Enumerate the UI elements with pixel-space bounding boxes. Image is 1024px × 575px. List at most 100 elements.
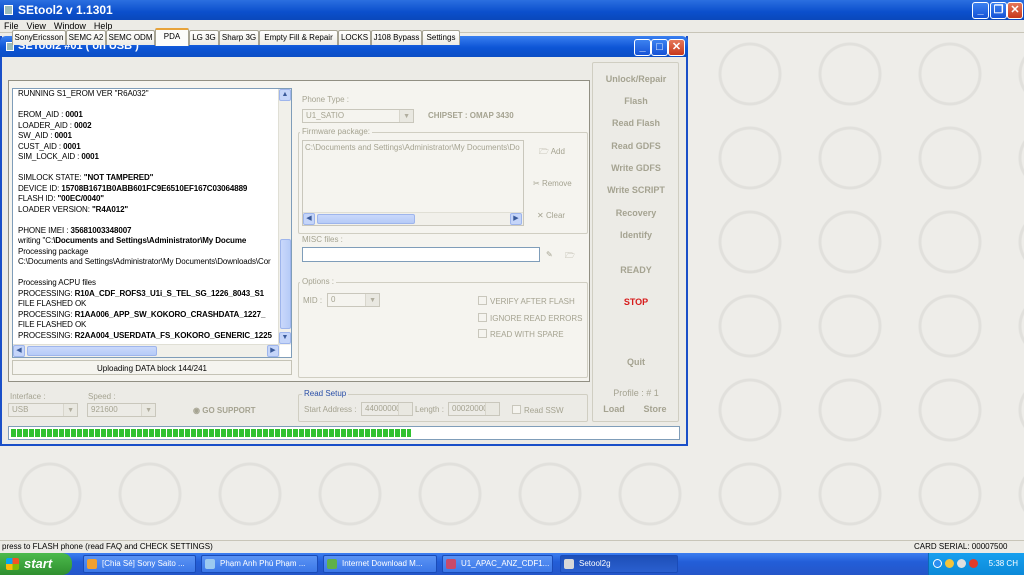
tab-sharp-3g[interactable]: Sharp 3G xyxy=(219,30,259,45)
phone-type-select[interactable]: U1_SATIO ▼ xyxy=(302,109,414,123)
flash-button[interactable]: Flash xyxy=(596,96,676,106)
tab-lg-3g[interactable]: LG 3G xyxy=(189,30,219,45)
fw-scroll-left-icon[interactable]: ◀ xyxy=(303,213,315,225)
stop-button[interactable]: STOP xyxy=(596,297,676,307)
open-folder-icon[interactable]: 🗁 xyxy=(565,250,575,264)
scroll-up-icon[interactable]: ▲ xyxy=(279,89,291,101)
mid-chevron-icon: ▼ xyxy=(369,297,376,304)
folder-icon: 🗁 xyxy=(539,147,549,156)
scroll-thumb[interactable] xyxy=(280,239,291,329)
firmware-hscroll[interactable]: ◀ ▶ xyxy=(303,212,523,225)
taskbar-item-u1-apac[interactable]: U1_APAC_ANZ_CDF1... xyxy=(442,555,553,573)
mid-select[interactable]: 0 ▼ xyxy=(327,293,380,307)
start-address-label: Start Address : xyxy=(302,405,359,414)
taskbar-item-idm[interactable]: Internet Download M... xyxy=(323,555,437,573)
start-address-input[interactable]: 44000000 xyxy=(361,402,413,416)
write-script-button[interactable]: Write SCRIPT xyxy=(596,185,676,195)
scroll-left-icon[interactable]: ◀ xyxy=(13,345,25,357)
taskbar: start [Chia Sẻ] Sony Saito ... Phạm Anh … xyxy=(0,553,1024,575)
minimize-icon[interactable]: _ xyxy=(972,2,989,19)
taskbar-item-chia-se[interactable]: [Chia Sẻ] Sony Saito ... xyxy=(83,555,196,573)
mid-value: 0 xyxy=(331,295,336,304)
add-button[interactable]: 🗁 Add xyxy=(539,146,565,160)
length-input[interactable]: 00020000 xyxy=(448,402,500,416)
log-line: DEVICE ID: 15708B1671B0ABB601FC9E6510EF1… xyxy=(18,183,248,193)
recovery-button[interactable]: Recovery xyxy=(596,208,676,218)
clock: 5:38 CH xyxy=(988,559,1018,568)
app-title-bar: SEtool2 v 1.1301 _ ❐ ✕ xyxy=(0,0,1024,20)
status-hint: press to FLASH phone (read FAQ and CHECK… xyxy=(2,542,213,551)
log-line: SIMLOCK STATE: "NOT TAMPERED" xyxy=(18,173,154,182)
add-label: Add xyxy=(550,147,565,156)
firmware-list[interactable]: C:\Documents and Settings\Administrator\… xyxy=(302,140,524,226)
log-vertical-scrollbar[interactable]: ▲ ▼ xyxy=(278,89,291,345)
log-line: writing "C:\Documents and Settings\Admin… xyxy=(18,236,247,245)
length-value: 00020000 xyxy=(452,404,488,413)
verify-after-flash-checkbox[interactable]: VERIFY AFTER FLASH xyxy=(478,296,575,306)
hscroll-thumb[interactable] xyxy=(27,346,157,356)
interface-label: Interface : xyxy=(8,392,48,401)
scroll-down-icon[interactable]: ▼ xyxy=(279,332,291,344)
log-line: EROM_AID : 0001 xyxy=(18,110,83,119)
child-maximize-icon[interactable]: □ xyxy=(651,39,668,56)
mid-label: MID : xyxy=(301,296,325,305)
tab-semc-odm[interactable]: SEMC ODM xyxy=(106,30,155,45)
tab-locks[interactable]: LOCKS xyxy=(338,30,371,45)
log-line: FLASH ID: "00EC/0040" xyxy=(18,194,104,203)
speed-value: 921600 xyxy=(91,405,118,414)
go-support-button[interactable]: ◉ GO SUPPORT xyxy=(193,406,256,415)
firmware-path: C:\Documents and Settings\Administrator\… xyxy=(305,143,520,152)
clear-button[interactable]: ✕ Clear xyxy=(537,211,565,220)
fw-hscroll-thumb[interactable] xyxy=(317,214,415,224)
messenger-icon[interactable] xyxy=(945,559,954,568)
misc-input[interactable] xyxy=(302,247,540,262)
store-button[interactable]: Store xyxy=(615,404,695,414)
ignore-read-errors-checkbox[interactable]: IGNORE READ ERRORS xyxy=(478,313,582,323)
tab-sonyericsson[interactable]: SonyEricsson xyxy=(12,30,66,45)
close-icon[interactable]: ✕ xyxy=(1007,2,1023,19)
card-serial: CARD SERIAL: 00007500 xyxy=(914,542,1008,551)
tab-j108-bypass[interactable]: J108 Bypass xyxy=(371,30,422,45)
tab-settings[interactable]: Settings xyxy=(422,30,460,45)
child-close-icon[interactable]: ✕ xyxy=(668,39,685,56)
unlock-repair-button[interactable]: Unlock/Repair xyxy=(596,74,676,84)
task-label-2: Internet Download M... xyxy=(342,559,423,568)
tab-semc-a2[interactable]: SEMC A2 xyxy=(66,30,106,45)
fw-scroll-right-icon[interactable]: ▶ xyxy=(510,213,522,225)
interface-select[interactable]: USB ▼ xyxy=(8,403,78,417)
length-label: Length : xyxy=(413,405,446,414)
tab-empty-fill-repair[interactable]: Empty Fill & Repair xyxy=(259,30,338,45)
read-flash-button[interactable]: Read Flash xyxy=(596,118,676,128)
identify-button[interactable]: Identify xyxy=(596,230,676,240)
write-gdfs-button[interactable]: Write GDFS xyxy=(596,163,676,173)
quit-button[interactable]: Quit xyxy=(596,357,676,367)
taskbar-item-setool2g[interactable]: Setool2g xyxy=(560,555,678,573)
read-ssw-checkbox[interactable]: Read SSW xyxy=(512,405,564,415)
log-horizontal-scrollbar[interactable]: ◀ ▶ xyxy=(13,344,280,357)
maximize-icon[interactable]: ❐ xyxy=(990,2,1007,19)
network-icon[interactable] xyxy=(933,559,942,568)
remove-label: Remove xyxy=(541,179,572,188)
volume-icon[interactable] xyxy=(957,559,966,568)
misc-label: MISC files : xyxy=(300,235,345,244)
phone-type-label: Phone Type : xyxy=(300,95,351,104)
windows-logo-icon xyxy=(6,558,19,570)
firmware-label: Firmware package: xyxy=(300,127,373,136)
log-output[interactable]: RUNNING S1_EROM VER "R6A032" EROM_AID : … xyxy=(12,88,292,358)
log-line: LOADER_AID : 0002 xyxy=(18,120,92,130)
child-minimize-icon[interactable]: _ xyxy=(634,39,651,56)
read-gdfs-button[interactable]: Read GDFS xyxy=(596,141,676,151)
start-button[interactable]: start xyxy=(0,553,72,575)
start-address-value: 44000000 xyxy=(365,404,401,413)
clear-label: Clear xyxy=(545,211,566,220)
edit-icon[interactable]: ✎ xyxy=(546,250,553,259)
scroll-right-icon[interactable]: ▶ xyxy=(267,345,279,357)
tab-pda[interactable]: PDA xyxy=(155,28,189,46)
setool-icon xyxy=(564,559,574,569)
speed-select[interactable]: 921600 ▼ xyxy=(87,403,156,417)
taskbar-item-pham-anh[interactable]: Phạm Anh Phú Phạm ... xyxy=(201,555,318,573)
ignore-label: IGNORE READ ERRORS xyxy=(490,314,583,323)
remove-button[interactable]: ✂ Remove xyxy=(533,179,572,188)
read-with-spare-checkbox[interactable]: READ WITH SPARE xyxy=(478,329,564,339)
antivirus-icon[interactable] xyxy=(969,559,978,568)
